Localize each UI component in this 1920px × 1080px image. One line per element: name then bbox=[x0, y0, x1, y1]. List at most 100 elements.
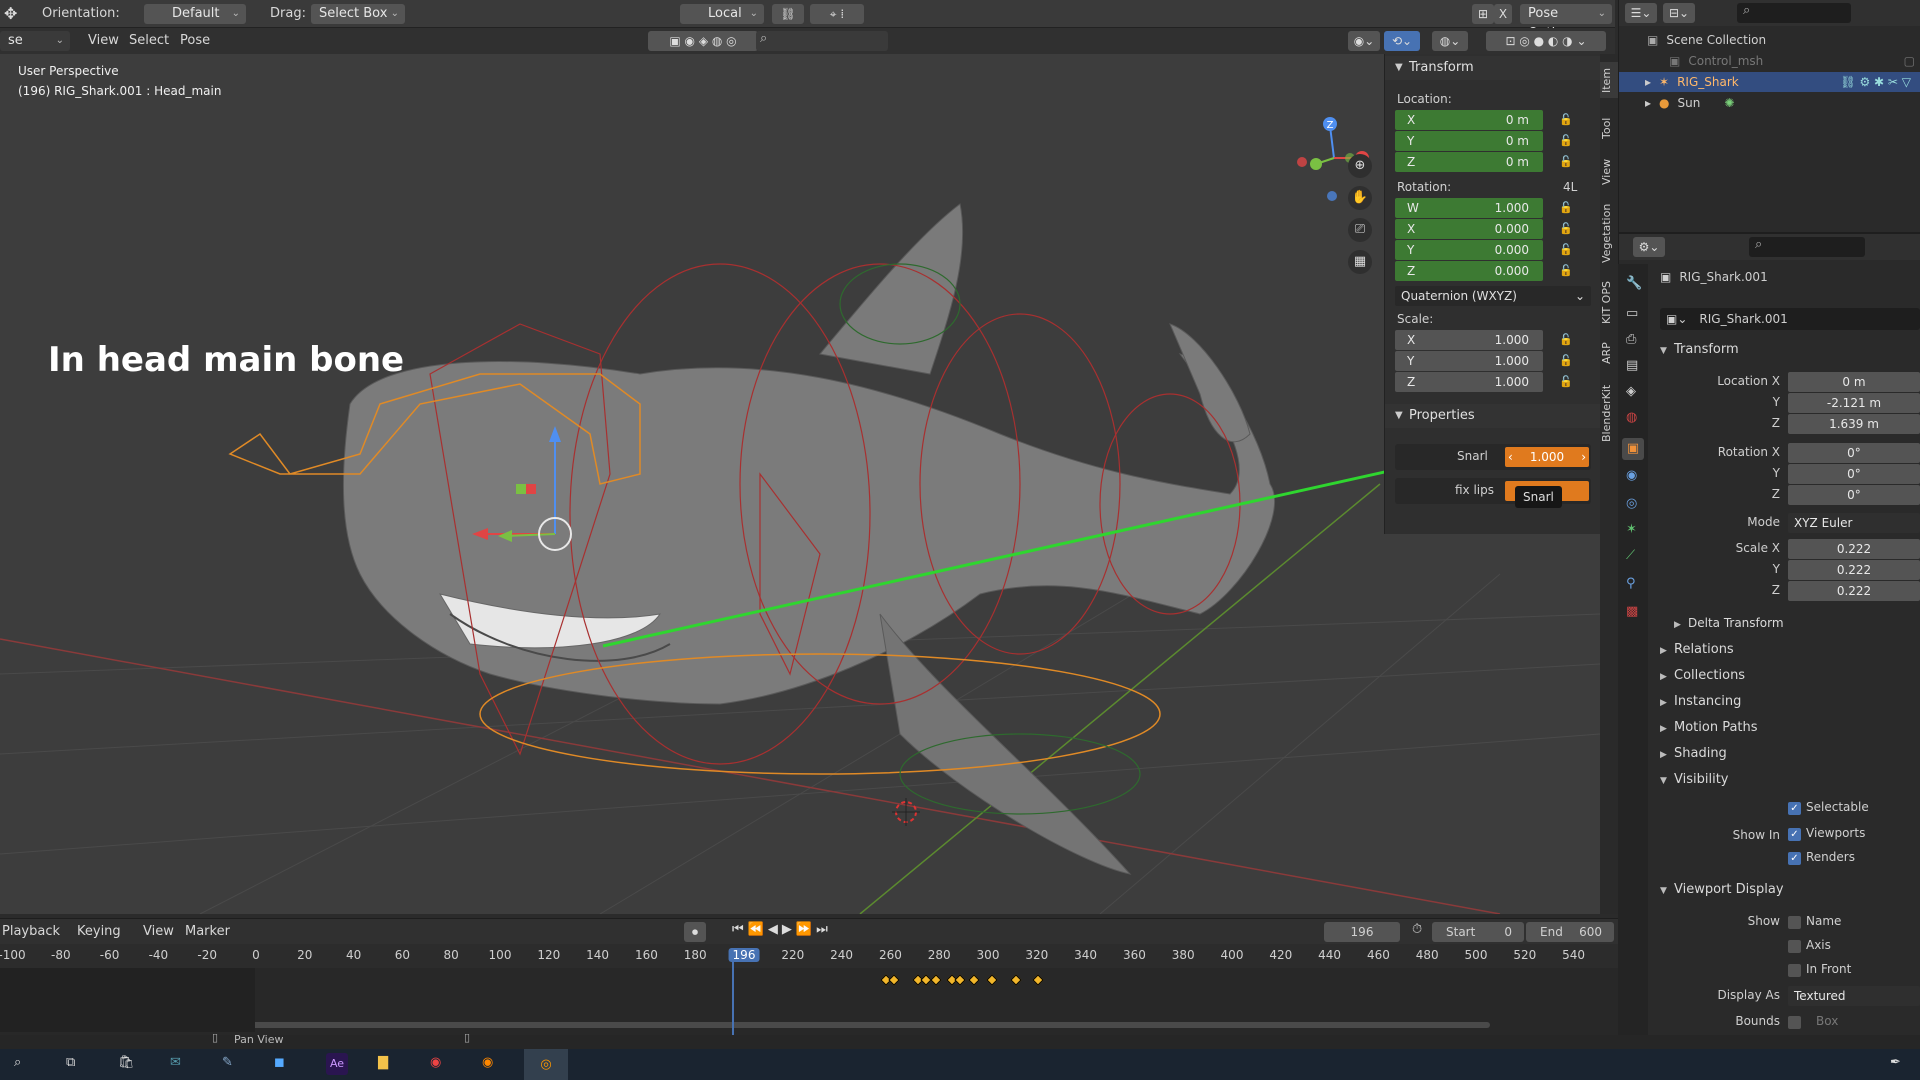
keyframe-diamond[interactable] bbox=[968, 974, 980, 986]
location-x-field[interactable]: 0 m bbox=[1788, 372, 1920, 392]
display-mode-icon[interactable]: ⊟⌄ bbox=[1663, 3, 1695, 23]
pan-hand-icon[interactable]: ✋ bbox=[1348, 186, 1372, 210]
delta-transform-header[interactable]: ▶ Delta Transform bbox=[1674, 616, 1784, 630]
scale-z-field[interactable]: 0.222 bbox=[1788, 581, 1920, 601]
keyframe-diamond[interactable] bbox=[888, 974, 900, 986]
lock-icon[interactable]: 🔓 bbox=[1559, 155, 1573, 169]
select-mode-icon[interactable]: ▣ ◉ ◈ ◍ ◎ bbox=[648, 31, 758, 51]
link-icon[interactable]: ⛓ bbox=[772, 4, 804, 24]
viewports-checkbox[interactable]: ✓ bbox=[1788, 828, 1801, 841]
render-tab-icon[interactable]: ▭ bbox=[1626, 306, 1638, 321]
menu-select[interactable]: Select bbox=[129, 31, 169, 51]
selectable-checkbox[interactable]: ✓ bbox=[1788, 802, 1801, 815]
name-checkbox[interactable] bbox=[1788, 916, 1801, 929]
scale-y-field[interactable]: Y 1.000 bbox=[1395, 351, 1543, 371]
search-icon[interactable]: ⌕ bbox=[14, 1055, 21, 1070]
orientation-dropdown[interactable]: Default ⌄ bbox=[144, 4, 246, 24]
object-datablock-field[interactable]: ▣⌄ RIG_Shark.001 bbox=[1660, 308, 1920, 330]
rotation-w-field[interactable]: W 1.000 bbox=[1395, 198, 1543, 218]
expand-arrow-icon[interactable]: ▸ bbox=[1645, 96, 1651, 110]
keyframe-diamond[interactable] bbox=[1032, 974, 1044, 986]
transform-gizmo-icon[interactable]: ✥ bbox=[4, 4, 24, 24]
mail-icon[interactable]: ✉ bbox=[170, 1055, 181, 1070]
zoom-icon[interactable]: ⊕ bbox=[1348, 154, 1372, 178]
menu-playback[interactable]: Playback bbox=[2, 922, 60, 942]
record-icon[interactable]: ⏺ bbox=[684, 922, 706, 942]
in-front-checkbox[interactable] bbox=[1788, 964, 1801, 977]
mode-dropdown[interactable]: se Mode⌄ bbox=[0, 31, 70, 68]
shading-modes-icon[interactable]: ⊡ ◎ ● ◐ ◑ ⌄ bbox=[1486, 31, 1606, 51]
object-tab-icon[interactable]: ▣ bbox=[1622, 438, 1644, 460]
snap-icon[interactable]: ⌖ ⁞ bbox=[810, 4, 864, 24]
scale-z-field[interactable]: Z 1.000 bbox=[1395, 372, 1543, 392]
lock-icon[interactable]: 🔓 bbox=[1559, 134, 1573, 148]
texture-tab-icon[interactable]: ▩ bbox=[1626, 604, 1638, 619]
instancing-section-header[interactable]: ▶ Instancing bbox=[1660, 694, 1741, 709]
outliner-item-control-msh[interactable]: ▣ Control_msh ▢ bbox=[1619, 51, 1920, 71]
transform-panel-header[interactable]: ▼ Transform bbox=[1385, 56, 1600, 80]
location-y-field[interactable]: -2.121 m bbox=[1788, 393, 1920, 413]
keyframe-diamond[interactable] bbox=[954, 974, 966, 986]
outliner-scene-collection[interactable]: ▣ Scene Collection bbox=[1619, 30, 1920, 50]
rotation-x-field[interactable]: 0° bbox=[1788, 443, 1920, 463]
expand-arrow-icon[interactable]: ▸ bbox=[1645, 75, 1651, 89]
lock-icon[interactable]: 🔓 bbox=[1559, 264, 1573, 278]
shading-section-header[interactable]: ▶ Shading bbox=[1660, 746, 1727, 761]
view-layer-tab-icon[interactable]: ▤ bbox=[1626, 358, 1638, 373]
outliner-item-rig-shark[interactable]: ▸ ✶ RIG_Shark ⛓ ⚙ ✱ ✂ ▽ bbox=[1619, 72, 1920, 92]
view-options-icon[interactable]: ◉⌄ bbox=[1348, 31, 1380, 51]
lock-icon[interactable]: 🔓 bbox=[1559, 333, 1573, 347]
checkbox-icon[interactable]: ▢ bbox=[1904, 54, 1915, 68]
scene-tab-icon[interactable]: ◈ bbox=[1626, 384, 1636, 399]
keyframe-diamond[interactable] bbox=[986, 974, 998, 986]
store-icon[interactable]: 🛍 bbox=[118, 1055, 135, 1070]
physics-tab-icon[interactable]: ◎ bbox=[1626, 496, 1637, 511]
pose-options-dropdown[interactable]: Pose Options⌄ bbox=[1520, 4, 1612, 41]
keyframe-diamond[interactable] bbox=[1010, 974, 1022, 986]
modifier-tab-icon[interactable]: ◉ bbox=[1626, 468, 1637, 483]
menu-keying[interactable]: Keying bbox=[77, 922, 121, 942]
bone-tab-icon[interactable]: ⟋ bbox=[1626, 548, 1635, 563]
renders-checkbox[interactable]: ✓ bbox=[1788, 852, 1801, 865]
editor-type-icon[interactable]: ⚙⌄ bbox=[1633, 237, 1665, 257]
pen-icon[interactable]: ✒ bbox=[1890, 1055, 1901, 1070]
chevron-left-icon[interactable]: ‹ bbox=[1508, 447, 1513, 467]
start-frame-field[interactable]: Start 0 bbox=[1432, 922, 1524, 942]
tab-kit-ops[interactable]: KIT OPS bbox=[1600, 278, 1618, 328]
editor-type-icon[interactable]: ☰⌄ bbox=[1625, 3, 1657, 23]
lock-icon[interactable]: 🔓 bbox=[1559, 243, 1573, 257]
lock-icon[interactable]: 🔓 bbox=[1559, 354, 1573, 368]
rotation-mode-dropdown[interactable]: XYZ Euler bbox=[1788, 513, 1920, 533]
location-y-field[interactable]: Y 0 m bbox=[1395, 131, 1543, 151]
blender-icon[interactable]: ◎ bbox=[524, 1049, 568, 1080]
firefox-icon[interactable]: ◉ bbox=[482, 1055, 493, 1070]
outliner-item-sun[interactable]: ▸ ● Sun ✺ bbox=[1619, 93, 1920, 113]
rotation-4l-badge[interactable]: 4L bbox=[1563, 180, 1577, 194]
ortho-grid-icon[interactable]: ▦ bbox=[1348, 250, 1372, 274]
folder-icon[interactable]: ▇ bbox=[378, 1055, 388, 1070]
snarl-slider[interactable]: ‹ 1.000 › bbox=[1505, 447, 1589, 467]
viewport-search-field[interactable]: ⌕ bbox=[756, 31, 888, 51]
x-mirror-toggle[interactable]: X bbox=[1494, 4, 1512, 24]
current-frame-field[interactable]: 196 bbox=[1324, 922, 1400, 942]
visibility-section-header[interactable]: ▼ Visibility bbox=[1660, 772, 1728, 787]
world-tab-icon[interactable]: ◍ bbox=[1626, 410, 1637, 425]
rotation-y-field[interactable]: Y 0.000 bbox=[1395, 240, 1543, 260]
menu-pose[interactable]: Pose bbox=[180, 31, 210, 51]
lock-icon[interactable]: 🔓 bbox=[1559, 375, 1573, 389]
tab-arp[interactable]: ARP bbox=[1600, 336, 1618, 370]
tab-view[interactable]: View bbox=[1600, 154, 1618, 190]
axis-checkbox[interactable] bbox=[1788, 940, 1801, 953]
task-view-icon[interactable]: ⧉ bbox=[66, 1055, 75, 1070]
rotation-z-field[interactable]: 0° bbox=[1788, 485, 1920, 505]
playback-controls[interactable]: ⏮⏪◀▶⏩⏭ bbox=[732, 922, 852, 942]
after-effects-icon[interactable]: Ae bbox=[326, 1053, 348, 1075]
rotation-mode-dropdown[interactable]: Quaternion (WXYZ) ⌄ bbox=[1395, 286, 1591, 306]
tab-vegetation[interactable]: Vegetation bbox=[1600, 198, 1618, 268]
location-z-field[interactable]: Z 0 m bbox=[1395, 152, 1543, 172]
display-as-dropdown[interactable]: Textured bbox=[1788, 986, 1920, 1006]
drag-dropdown[interactable]: Select Box ⌄ bbox=[311, 4, 405, 24]
outliner-search-field[interactable]: ⌕ bbox=[1737, 3, 1851, 23]
motion-paths-section-header[interactable]: ▶ Motion Paths bbox=[1660, 720, 1758, 735]
keyframe-diamond[interactable] bbox=[930, 974, 942, 986]
